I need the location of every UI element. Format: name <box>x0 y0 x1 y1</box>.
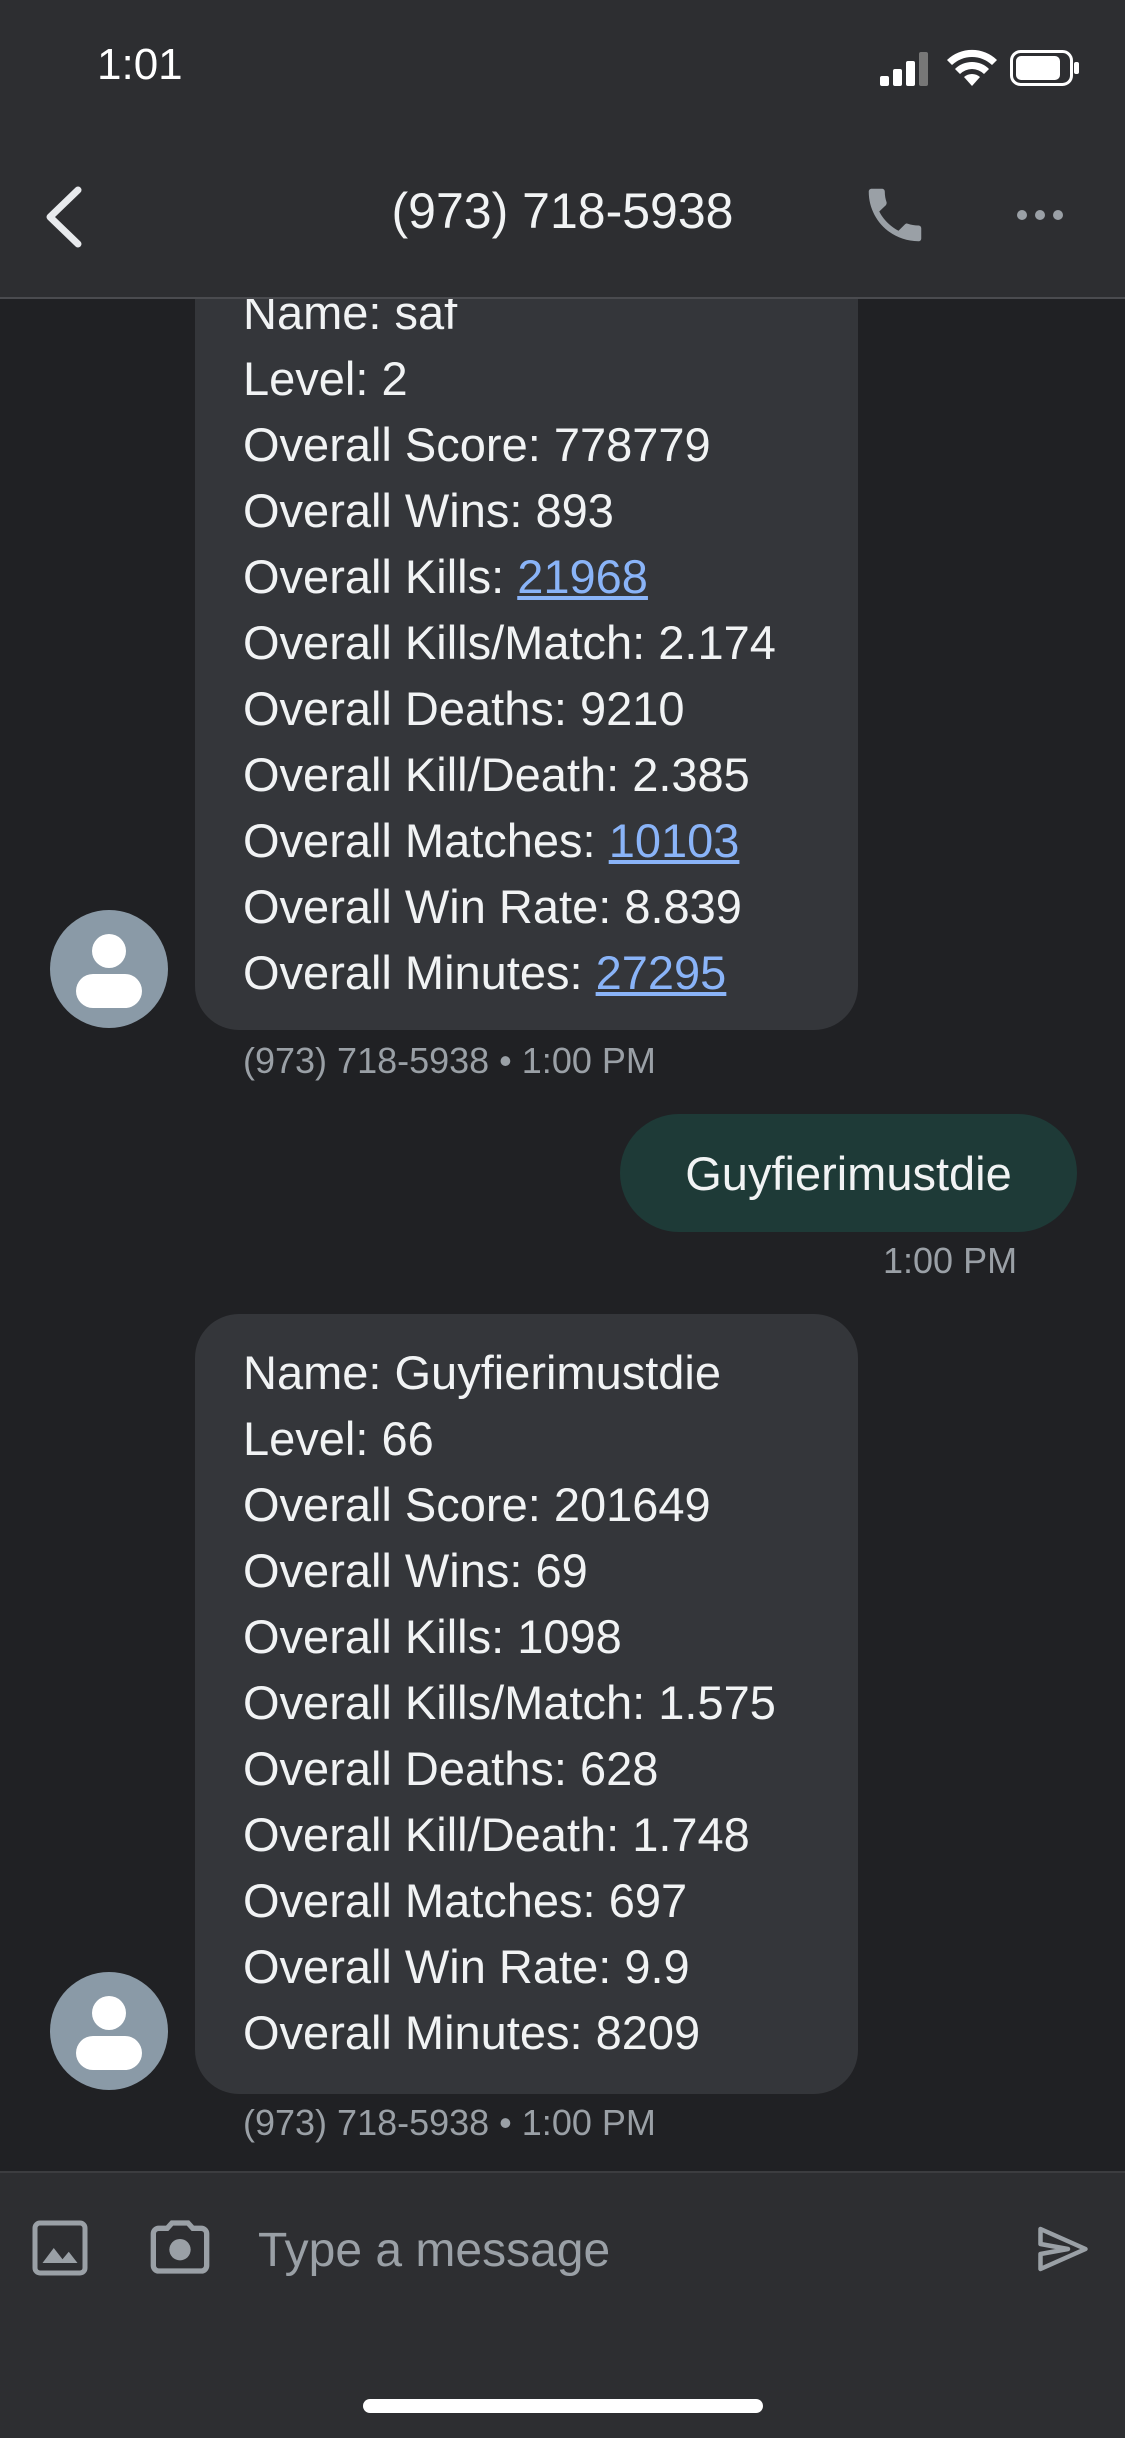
stat-line: Overall Minutes: 27295 <box>243 940 828 1006</box>
stat-value: 1.748 <box>632 1808 750 1861</box>
stat-value-link[interactable]: 21968 <box>517 550 648 603</box>
message-meta: (973) 718-5938 • 1:00 PM <box>243 1040 656 1081</box>
stat-line: Overall Wins: 69 <box>243 1538 828 1604</box>
stat-value-link[interactable]: 27295 <box>596 946 727 999</box>
image-icon[interactable] <box>30 2218 90 2278</box>
stat-label: Overall Minutes: <box>243 946 596 999</box>
stat-value: 8209 <box>595 2006 701 2059</box>
stat-label: Overall Matches: <box>243 814 609 867</box>
stat-value: 893 <box>535 484 614 537</box>
stat-value: 1098 <box>517 1610 622 1663</box>
message-meta: (973) 718-5938 • 1:00 PM <box>243 2102 656 2143</box>
stat-value: 2 <box>381 352 408 405</box>
stat-line: Overall Deaths: 628 <box>243 1736 828 1802</box>
stat-line: Overall Matches: 697 <box>243 1868 828 1934</box>
send-icon[interactable] <box>1030 2219 1096 2279</box>
stat-value: 66 <box>381 1412 434 1465</box>
incoming-message-bubble[interactable]: Name: saf Level: 2 Overall Score: 778779 Ov… <box>195 250 858 1030</box>
stat-value: 2.385 <box>632 748 750 801</box>
phone-icon[interactable] <box>860 180 930 250</box>
outgoing-message-bubble[interactable]: Guyfierimustdie <box>620 1114 1077 1232</box>
stat-label: Overall Win Rate: <box>243 880 625 933</box>
stat-value: 9210 <box>579 682 685 735</box>
stat-value: 2.174 <box>658 616 776 669</box>
stat-label: Overall Kills: <box>243 1610 518 1663</box>
battery-icon <box>1010 50 1079 86</box>
stat-line: Overall Minutes: 8209 <box>243 2000 828 2066</box>
stat-line: Overall Matches: 10103 <box>243 808 828 874</box>
stat-line: Level: 66 <box>243 1406 828 1472</box>
stat-line: Overall Score: 201649 <box>243 1472 828 1538</box>
app-header: 1:01 (973) 718-5938 <box>0 0 1125 299</box>
stat-label: Overall Win Rate: <box>243 1940 625 1993</box>
contact-avatar[interactable] <box>50 1972 168 2090</box>
status-time: 1:01 <box>97 40 183 89</box>
stat-label: Overall Wins: <box>243 1544 536 1597</box>
stat-line: Overall Kills: 1098 <box>243 1604 828 1670</box>
stat-value: 8.839 <box>624 880 742 933</box>
stat-label: Level: <box>243 1412 382 1465</box>
stat-line: Overall Kill/Death: 2.385 <box>243 742 828 808</box>
message-composer <box>0 2171 1125 2438</box>
stat-label: Level: <box>243 352 382 405</box>
message-meta: 1:00 PM <box>883 1240 1018 1281</box>
wifi-icon <box>947 49 997 86</box>
contact-avatar[interactable] <box>50 910 168 1028</box>
stat-line: Overall Kills/Match: 1.575 <box>243 1670 828 1736</box>
stat-line: Name: Guyfierimustdie <box>243 1340 828 1406</box>
stat-line: Overall Win Rate: 8.839 <box>243 874 828 940</box>
stat-label: Overall Kills/Match: <box>243 616 659 669</box>
stat-line: Overall Score: 778779 <box>243 412 828 478</box>
stat-line: Overall Win Rate: 9.9 <box>243 1934 828 2000</box>
person-icon <box>92 934 126 968</box>
message-input[interactable] <box>256 2209 980 2291</box>
stat-label: Overall Score: <box>243 1478 554 1531</box>
stat-line: Level: 2 <box>243 346 828 412</box>
stat-label: Overall Deaths: <box>243 1742 580 1795</box>
cellular-signal-icon <box>880 52 928 86</box>
stat-label: Overall Kill/Death: <box>243 1808 633 1861</box>
stat-label: Overall Kill/Death: <box>243 748 633 801</box>
stat-value: 1.575 <box>658 1676 776 1729</box>
more-options-icon[interactable] <box>1010 190 1070 240</box>
stat-line: Overall Kills/Match: 2.174 <box>243 610 828 676</box>
incoming-message-bubble[interactable]: Name: Guyfierimustdie Level: 66 Overall Sc… <box>195 1314 858 2094</box>
conversation-title: (973) 718-5938 <box>391 183 734 239</box>
stat-label: Overall Minutes: <box>243 2006 596 2059</box>
stat-label: Name: <box>243 1346 395 1399</box>
stat-line: Overall Kill/Death: 1.748 <box>243 1802 828 1868</box>
camera-icon[interactable] <box>148 2215 212 2279</box>
stat-label: Overall Score: <box>243 418 554 471</box>
home-indicator[interactable] <box>363 2399 763 2413</box>
stat-value: 628 <box>579 1742 659 1795</box>
stat-label: Overall Wins: <box>243 484 536 537</box>
stat-value: 697 <box>608 1874 688 1927</box>
stat-line: Overall Kills: 21968 <box>243 544 828 610</box>
stat-value: Guyfierimustdie <box>394 1346 722 1399</box>
stat-label: Overall Kills: <box>243 550 518 603</box>
stat-value: 69 <box>535 1544 588 1597</box>
stat-value: 778779 <box>553 418 711 471</box>
stat-label: Overall Kills/Match: <box>243 1676 659 1729</box>
outgoing-message-text: Guyfierimustdie <box>685 1146 1012 1200</box>
stat-value: 9.9 <box>624 1940 690 1993</box>
stat-label: Overall Deaths: <box>243 682 580 735</box>
stat-label: Overall Matches: <box>243 1874 609 1927</box>
person-icon <box>92 1996 126 2030</box>
stat-line: Overall Wins: 893 <box>243 478 828 544</box>
stat-value-link[interactable]: 10103 <box>609 814 740 867</box>
stat-line: Overall Deaths: 9210 <box>243 676 828 742</box>
stat-value: 201649 <box>553 1478 711 1531</box>
